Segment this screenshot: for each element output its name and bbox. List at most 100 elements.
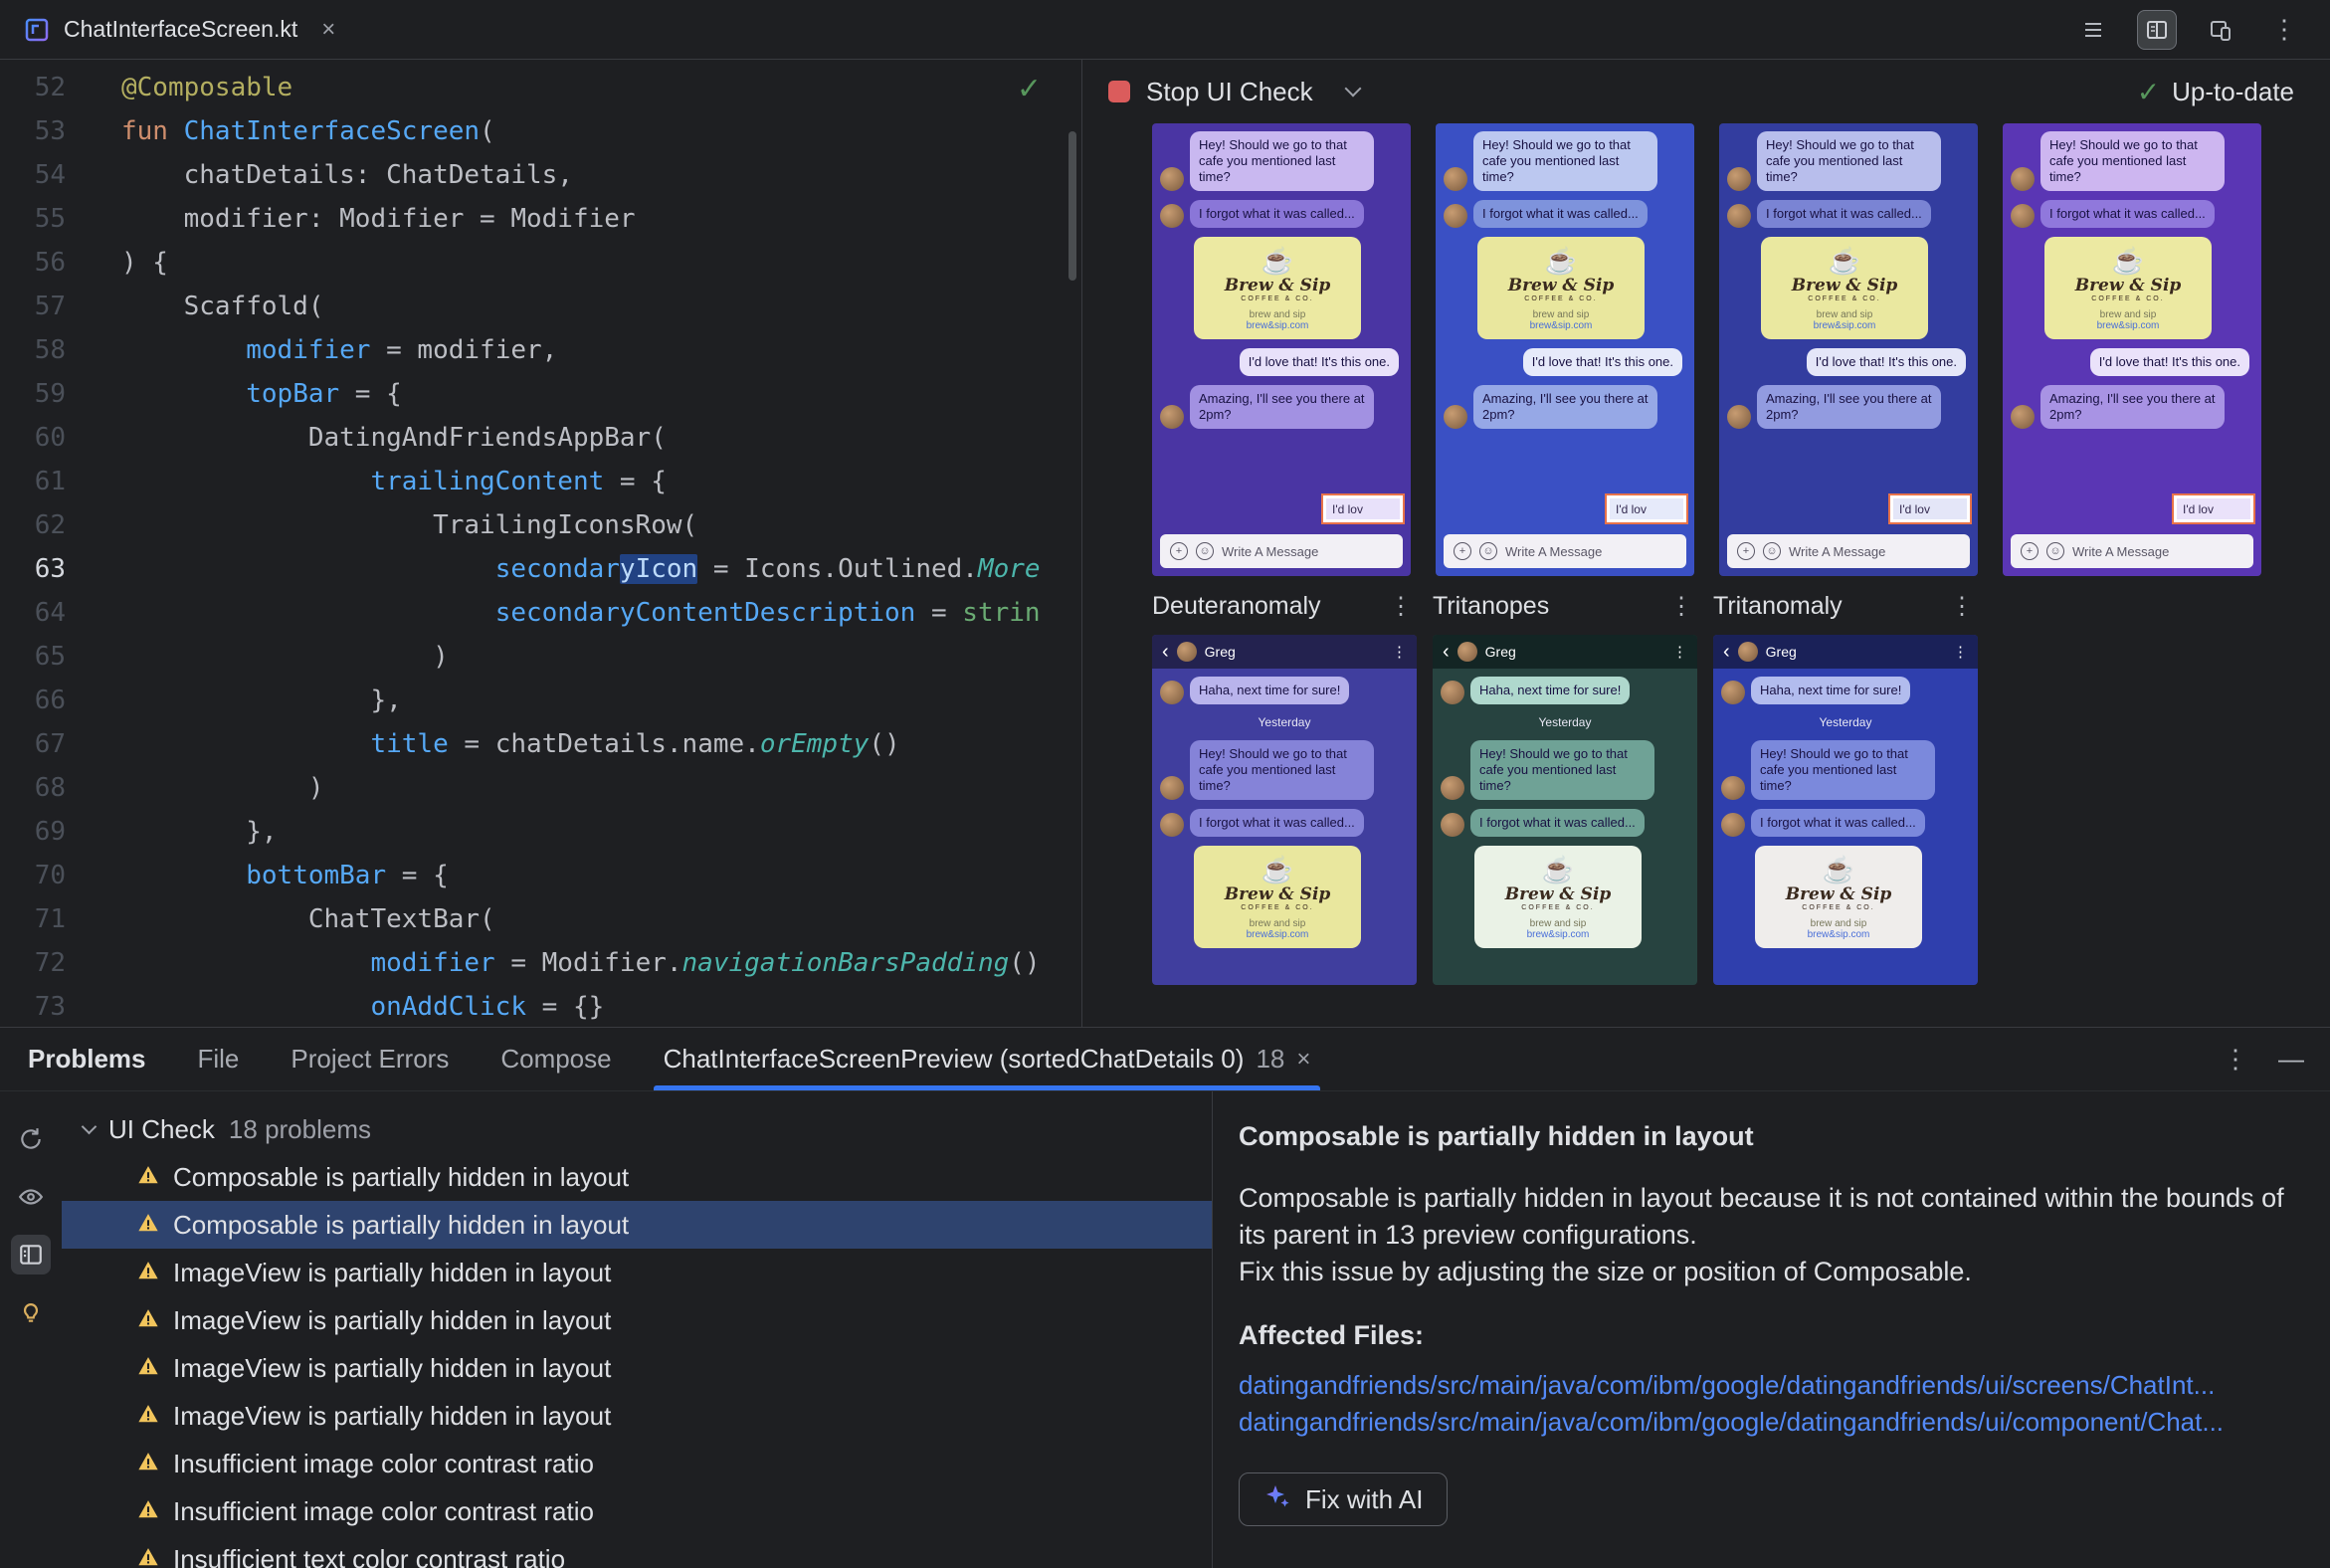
phone-preview[interactable]: Hey! Should we go to that cafe you menti… — [2003, 123, 2261, 576]
code-line[interactable]: 65 ) — [0, 635, 1081, 679]
tab-problems[interactable]: Problems — [28, 1028, 146, 1090]
code-line[interactable]: 57 Scaffold( — [0, 285, 1081, 328]
brew-sip-card[interactable]: ☕ Brew & Sip COFFEE & CO. brew and sip brew&… — [1194, 846, 1361, 948]
brew-sip-card[interactable]: ☕ Brew & Sip COFFEE & CO. brew and sip brew&… — [1761, 237, 1928, 339]
emoji-icon[interactable]: ☺ — [1763, 542, 1781, 560]
brew-sip-card[interactable]: ☕ Brew & Sip COFFEE & CO. brew and sip brew&… — [1755, 846, 1922, 948]
code-line[interactable]: 69 }, — [0, 810, 1081, 854]
message-input-bar[interactable]: + ☺ Write A Message — [1727, 534, 1970, 568]
back-icon[interactable]: ‹ — [1723, 642, 1730, 662]
code-line[interactable]: 55 modifier: Modifier = Modifier — [0, 197, 1081, 241]
code-line[interactable]: 64 secondaryContentDescription = strin — [0, 591, 1081, 635]
code-line[interactable]: 73 onAddClick = {} — [0, 985, 1081, 1027]
problems-tree[interactable]: UI Check 18 problems Composable is parti… — [62, 1091, 1212, 1568]
refresh-icon[interactable] — [11, 1119, 51, 1159]
add-attachment-icon[interactable]: + — [2021, 542, 2039, 560]
problem-item[interactable]: ImageView is partially hidden in layout — [62, 1296, 1212, 1344]
fix-with-ai-button[interactable]: Fix with AI — [1239, 1472, 1449, 1526]
problem-item[interactable]: ImageView is partially hidden in layout — [62, 1249, 1212, 1296]
phone-preview[interactable]: Hey! Should we go to that cafe you menti… — [1719, 123, 1978, 576]
stop-ui-check-button[interactable]: Stop UI Check — [1146, 77, 1313, 107]
lightbulb-icon[interactable] — [11, 1292, 51, 1332]
add-attachment-icon[interactable]: + — [1737, 542, 1755, 560]
variant-kebab-icon[interactable]: ⋮ — [1669, 592, 1697, 621]
preview-view-icon[interactable] — [2201, 10, 2240, 50]
chat-options-icon[interactable]: ⋮ — [1672, 643, 1687, 661]
code-line[interactable]: 56) { — [0, 241, 1081, 285]
phone-preview[interactable]: Hey! Should we go to that cafe you menti… — [1152, 123, 1411, 576]
inspection-ok-icon[interactable]: ✓ — [1017, 72, 1042, 106]
phone-preview[interactable]: ‹ Greg ⋮ Haha, next time for sure! Yesterday… — [1152, 635, 1417, 985]
preview-eye-icon[interactable] — [11, 1177, 51, 1217]
split-view-icon[interactable] — [2137, 9, 2177, 50]
brew-sip-card[interactable]: ☕ Brew & Sip COFFEE & CO. brew and sip brew&… — [1477, 237, 1645, 339]
message-input-bar[interactable]: + ☺ Write A Message — [1160, 534, 1403, 568]
chat-options-icon[interactable]: ⋮ — [1953, 643, 1968, 661]
affected-file-link[interactable]: datingandfriends/src/main/java/com/ibm/g… — [1239, 1404, 2300, 1441]
back-icon[interactable]: ‹ — [1443, 642, 1450, 662]
tab-file[interactable]: File — [198, 1028, 240, 1090]
code-editor[interactable]: 52 @Composable 53 fun ChatInterfaceScreen(5… — [0, 60, 1082, 1027]
flagged-hidden-composable[interactable]: I'd lov — [1323, 495, 1403, 522]
add-attachment-icon[interactable]: + — [1454, 542, 1471, 560]
problems-group-header[interactable]: UI Check 18 problems — [62, 1105, 1212, 1153]
tab-close-icon[interactable]: × — [321, 16, 335, 44]
problem-item[interactable]: Insufficient image color contrast ratio — [62, 1487, 1212, 1535]
code-line[interactable]: 53 fun ChatInterfaceScreen( — [0, 109, 1081, 153]
code-view-icon[interactable] — [2073, 10, 2113, 50]
code-line[interactable]: 72 modifier = Modifier.navigationBarsPad… — [0, 941, 1081, 985]
code-line[interactable]: 70 bottomBar = { — [0, 854, 1081, 897]
code-line[interactable]: 60 DatingAndFriendsAppBar( — [0, 416, 1081, 460]
emoji-icon[interactable]: ☺ — [2046, 542, 2064, 560]
brew-sip-card[interactable]: ☕ Brew & Sip COFFEE & CO. brew and sip brew&… — [1474, 846, 1642, 948]
tab-compose[interactable]: Compose — [500, 1028, 611, 1090]
flagged-hidden-composable[interactable]: I'd lov — [1890, 495, 1970, 522]
problem-item[interactable]: Insufficient image color contrast ratio — [62, 1440, 1212, 1487]
flagged-hidden-composable[interactable]: I'd lov — [2174, 495, 2253, 522]
variant-kebab-icon[interactable]: ⋮ — [1950, 592, 1978, 621]
message-input-bar[interactable]: + ☺ Write A Message — [1444, 534, 1686, 568]
code-line[interactable]: 71 ChatTextBar( — [0, 897, 1081, 941]
preview-canvas[interactable]: Hey! Should we go to that cafe you menti… — [1082, 123, 2330, 1027]
back-icon[interactable]: ‹ — [1162, 642, 1169, 662]
code-line[interactable]: 63 secondaryIcon = Icons.Outlined.More — [0, 547, 1081, 591]
editor-scrollbar[interactable] — [1068, 131, 1076, 281]
brew-sip-card[interactable]: ☕ Brew & Sip COFFEE & CO. brew and sip brew&… — [2044, 237, 2212, 339]
tab-preview-problems[interactable]: ChatInterfaceScreenPreview (sortedChatDe… — [653, 1028, 1321, 1090]
code-line[interactable]: 58 modifier = modifier, — [0, 328, 1081, 372]
problem-item[interactable]: Composable is partially hidden in layout — [62, 1201, 1212, 1249]
code-line[interactable]: 66 }, — [0, 679, 1081, 722]
variant-kebab-icon[interactable]: ⋮ — [1389, 592, 1417, 621]
tab-close-icon[interactable]: × — [1296, 1046, 1310, 1074]
chevron-down-icon[interactable] — [1344, 80, 1362, 98]
code-line[interactable]: 54 chatDetails: ChatDetails, — [0, 153, 1081, 197]
phone-preview[interactable]: Hey! Should we go to that cafe you menti… — [1436, 123, 1694, 576]
stop-icon[interactable] — [1108, 81, 1130, 102]
panel-options-icon[interactable]: ⋮ — [2223, 1044, 2248, 1075]
code-line[interactable]: 67 title = chatDetails.name.orEmpty() — [0, 722, 1081, 766]
problem-item[interactable]: Composable is partially hidden in layout — [62, 1153, 1212, 1201]
problem-item[interactable]: ImageView is partially hidden in layout — [62, 1344, 1212, 1392]
file-tab[interactable]: ChatInterfaceScreen.kt × — [24, 0, 335, 59]
brew-sip-card[interactable]: ☕ Brew & Sip COFFEE & CO. brew and sip brew&… — [1194, 237, 1361, 339]
more-options-icon[interactable]: ⋮ — [2264, 10, 2304, 50]
emoji-icon[interactable]: ☺ — [1479, 542, 1497, 560]
message-input-bar[interactable]: + ☺ Write A Message — [2011, 534, 2253, 568]
problem-item[interactable]: ImageView is partially hidden in layout — [62, 1392, 1212, 1440]
code-line[interactable]: 59 topBar = { — [0, 372, 1081, 416]
code-line[interactable]: 52 @Composable — [0, 66, 1081, 109]
tab-project-errors[interactable]: Project Errors — [291, 1028, 449, 1090]
chat-options-icon[interactable]: ⋮ — [1392, 643, 1407, 661]
code-line[interactable]: 61 trailingContent = { — [0, 460, 1081, 503]
affected-file-link[interactable]: datingandfriends/src/main/java/com/ibm/g… — [1239, 1367, 2300, 1404]
flagged-hidden-composable[interactable]: I'd lov — [1607, 495, 1686, 522]
emoji-icon[interactable]: ☺ — [1196, 542, 1214, 560]
code-line[interactable]: 62 TrailingIconsRow( — [0, 503, 1081, 547]
details-view-icon[interactable] — [11, 1235, 51, 1274]
code-line[interactable]: 68 ) — [0, 766, 1081, 810]
collapse-chevron-icon[interactable] — [81, 1118, 97, 1134]
problem-item[interactable]: Insufficient text color contrast ratio — [62, 1535, 1212, 1568]
add-attachment-icon[interactable]: + — [1170, 542, 1188, 560]
phone-preview[interactable]: ‹ Greg ⋮ Haha, next time for sure! Yesterday… — [1433, 635, 1697, 985]
minimize-panel-icon[interactable]: — — [2278, 1044, 2304, 1075]
